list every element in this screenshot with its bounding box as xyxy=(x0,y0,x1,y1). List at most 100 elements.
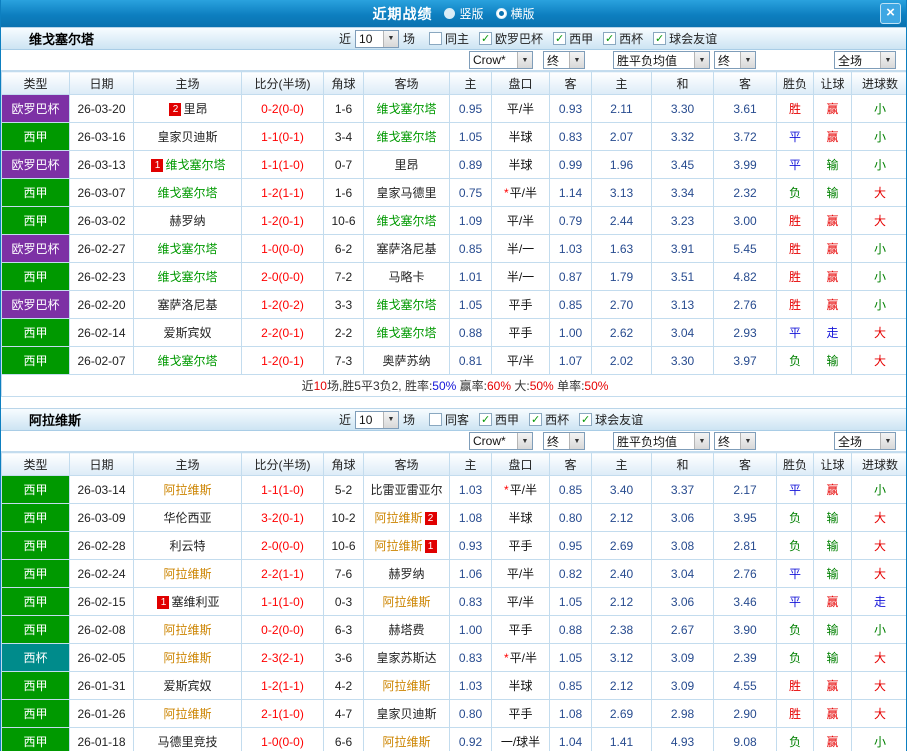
team-link[interactable]: 赫塔费 xyxy=(388,623,424,637)
team-link[interactable]: 奥萨苏纳 xyxy=(382,354,430,368)
away-odds: 0.85 xyxy=(549,290,592,319)
team-link[interactable]: 比雷亚雷亚尔 xyxy=(370,483,442,497)
match-count-select[interactable]: 10 ▼ xyxy=(355,410,400,429)
handicap-result-value: 输 xyxy=(826,186,839,200)
score-cell: 1-1(1-0) xyxy=(241,475,324,504)
table-row: 西甲 26-01-18 马德里竞技 1-0(0-0) 6-6 阿拉维斯 0.92 一/球半 1.… xyxy=(1,727,906,751)
team-link[interactable]: 利云特 xyxy=(169,539,205,553)
team-link[interactable]: 塞维利亚 xyxy=(171,595,219,609)
table-row: 西甲 26-02-08 阿拉维斯 0-2(0-0) 6-3 赫塔费 1.00 平手 0.88 2.… xyxy=(1,615,906,644)
team-link[interactable]: 维戈塞尔塔 xyxy=(165,158,225,172)
team-link[interactable]: 维戈塞尔塔 xyxy=(157,242,217,256)
league-checkbox[interactable]: ✓ 西杯 xyxy=(603,30,643,47)
league-checkbox[interactable]: ✓ 欧罗巴杯 xyxy=(479,30,543,47)
column-header: 让球 xyxy=(813,71,852,95)
match-date: 26-02-15 xyxy=(69,587,134,616)
match-count-select[interactable]: 10 ▼ xyxy=(355,29,400,48)
team-link[interactable]: 华伦西亚 xyxy=(163,511,211,525)
team-link[interactable]: 爱斯宾奴 xyxy=(163,679,211,693)
team-link[interactable]: 里昂 xyxy=(394,158,418,172)
league-checkbox[interactable]: ✓ 西杯 xyxy=(529,411,569,428)
team-link[interactable]: 阿拉维斯 xyxy=(163,651,211,665)
scope-select[interactable]: 全场 ▼ xyxy=(834,432,896,450)
goals-result: 大 xyxy=(851,531,906,560)
league-checkbox[interactable]: ✓ 西甲 xyxy=(553,30,593,47)
goals-result: 小 xyxy=(851,234,906,263)
team-link[interactable]: 维戈塞尔塔 xyxy=(157,186,217,200)
handicap-result-value: 输 xyxy=(826,158,839,172)
league-checkbox[interactable]: ✓ 球会友谊 xyxy=(653,30,717,47)
team-link[interactable]: 阿拉维斯 xyxy=(382,735,430,749)
wdl-result-value: 胜 xyxy=(788,679,801,693)
match-type-cell: 欧罗巴杯 xyxy=(1,94,70,123)
odds-stage-select[interactable]: 终 ▼ xyxy=(543,51,585,69)
team-link[interactable]: 皇家贝迪斯 xyxy=(376,707,436,721)
close-icon[interactable]: × xyxy=(880,3,901,24)
avg-type-select[interactable]: 胜平负均值 ▼ xyxy=(613,432,710,450)
home-odds: 0.75 xyxy=(449,178,492,207)
corner-cell: 0-7 xyxy=(323,150,364,179)
team-link[interactable]: 阿拉维斯 xyxy=(163,623,211,637)
scope-select[interactable]: 全场 ▼ xyxy=(834,51,896,69)
team-link[interactable]: 阿拉维斯 xyxy=(382,679,430,693)
handicap-result-value: 赢 xyxy=(826,735,839,749)
team-link[interactable]: 阿拉维斯 xyxy=(374,539,422,553)
team-link[interactable]: 阿拉维斯 xyxy=(163,567,211,581)
handicap-result: 输 xyxy=(813,503,852,532)
team-link[interactable]: 维戈塞尔塔 xyxy=(157,270,217,284)
goals-result: 走 xyxy=(851,587,906,616)
avg-stage-select[interactable]: 终 ▼ xyxy=(714,432,756,450)
same-venue-checkbox[interactable]: 同主 xyxy=(429,30,469,47)
team-link[interactable]: 皇家苏斯达 xyxy=(376,651,436,665)
avg-draw: 3.30 xyxy=(651,346,714,375)
odds-stage-select[interactable]: 终 ▼ xyxy=(543,432,585,450)
avg-type-select[interactable]: 胜平负均值 ▼ xyxy=(613,51,710,69)
column-header: 主 xyxy=(449,71,492,95)
team-link[interactable]: 维戈塞尔塔 xyxy=(376,298,436,312)
avg-stage-select[interactable]: 终 ▼ xyxy=(714,51,756,69)
team-link[interactable]: 马略卡 xyxy=(388,270,424,284)
team-link[interactable]: 维戈塞尔塔 xyxy=(376,326,436,340)
same-venue-checkbox[interactable]: 同客 xyxy=(429,411,469,428)
avg-draw: 3.06 xyxy=(651,503,714,532)
avg-home: 2.11 xyxy=(591,94,652,123)
team-link[interactable]: 阿拉维斯 xyxy=(374,511,422,525)
layout-radio-horizontal[interactable]: 横版 xyxy=(495,5,535,22)
handicap-cell: 半球 xyxy=(491,122,550,151)
layout-radio-vertical[interactable]: 竖版 xyxy=(444,5,484,22)
home-odds: 0.83 xyxy=(449,587,492,616)
team-link[interactable]: 阿拉维斯 xyxy=(163,707,211,721)
handicap-value: 平手 xyxy=(508,326,533,340)
avg-draw: 3.23 xyxy=(651,206,714,235)
checkbox-checked-icon: ✓ xyxy=(479,413,493,426)
bookmaker-select[interactable]: Crow* ▼ xyxy=(469,432,533,450)
handicap-result: 赢 xyxy=(813,262,852,291)
team-link[interactable]: 皇家马德里 xyxy=(376,186,436,200)
team-link[interactable]: 阿拉维斯 xyxy=(163,483,211,497)
avg-home: 2.62 xyxy=(591,318,652,347)
team-link[interactable]: 塞萨洛尼基 xyxy=(157,298,217,312)
wdl-result: 胜 xyxy=(776,234,814,263)
handicap-result-value: 输 xyxy=(826,623,839,637)
team-link[interactable]: 马德里竞技 xyxy=(157,735,217,749)
home-odds: 0.81 xyxy=(449,346,492,375)
team-link[interactable]: 里昂 xyxy=(183,102,207,116)
team-link[interactable]: 维戈塞尔塔 xyxy=(376,130,436,144)
team-link[interactable]: 塞萨洛尼基 xyxy=(376,242,436,256)
home-odds: 0.80 xyxy=(449,699,492,728)
team-link[interactable]: 赫罗纳 xyxy=(169,214,205,228)
league-checkbox[interactable]: ✓ 球会友谊 xyxy=(579,411,643,428)
home-odds: 1.05 xyxy=(449,122,492,151)
team-link[interactable]: 维戈塞尔塔 xyxy=(376,214,436,228)
team-link[interactable]: 皇家贝迪斯 xyxy=(157,130,217,144)
avg-draw: 3.45 xyxy=(651,150,714,179)
team-link[interactable]: 维戈塞尔塔 xyxy=(157,354,217,368)
league-checkbox[interactable]: ✓ 西甲 xyxy=(479,411,519,428)
team-link[interactable]: 爱斯宾奴 xyxy=(163,326,211,340)
bookmaker-select[interactable]: Crow* ▼ xyxy=(469,51,533,69)
table-row: 西杯 26-02-05 阿拉维斯 2-3(2-1) 3-6 皇家苏斯达 0.83 *平/半 1.… xyxy=(1,643,906,672)
team-link[interactable]: 维戈塞尔塔 xyxy=(376,102,436,116)
team-link[interactable]: 阿拉维斯 xyxy=(382,595,430,609)
home-team-cell: 阿拉维斯 xyxy=(133,643,242,672)
team-link[interactable]: 赫罗纳 xyxy=(388,567,424,581)
